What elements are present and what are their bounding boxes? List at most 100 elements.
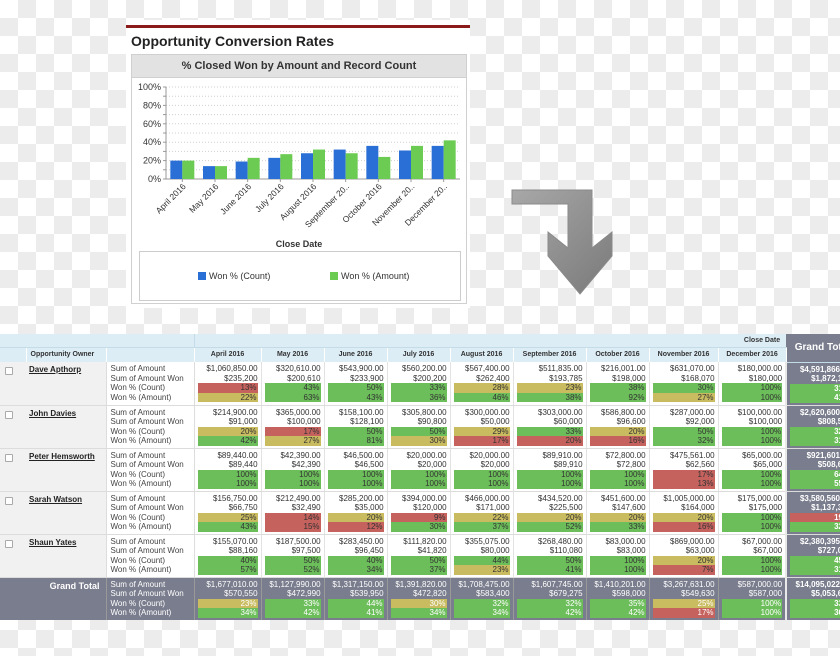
month-header[interactable]: August 2016 <box>450 347 514 362</box>
bar-count <box>431 145 444 179</box>
sum-of-amount: $283,450.00 <box>339 536 384 546</box>
sum-of-amount: $4,591,866.00 <box>799 364 840 374</box>
row-checkbox[interactable] <box>5 410 13 419</box>
value-cell: $156,750.00 $66,750 25% 43% <box>194 491 262 535</box>
sum-of-amount: $1,410,201.00 <box>594 579 646 589</box>
won-pct-count: 50% <box>390 555 447 565</box>
sum-of-amount-won: $72,800 <box>616 460 646 469</box>
won-pct-amount: 37% <box>453 522 510 532</box>
month-header[interactable]: July 2016 <box>387 347 451 362</box>
month-header[interactable]: December 2016 <box>718 347 787 362</box>
sum-of-amount-won: $147,600 <box>612 503 646 512</box>
sum-of-amount: $216,001.00 <box>601 364 646 373</box>
won-pct-amount: 20% <box>516 436 583 446</box>
value-cell: $20,000.00 $20,000 100% 100% <box>387 448 451 492</box>
row-checkbox[interactable] <box>5 539 13 548</box>
won-pct-amount: 30% <box>390 522 447 532</box>
metric-label: Won % (Amount) <box>110 522 172 531</box>
close-date-header[interactable]: Close Date <box>193 334 787 348</box>
won-pct-amount: 31% <box>790 436 840 446</box>
won-pct-count: 30% <box>390 598 447 608</box>
owner-name-link[interactable]: Sarah Watson <box>29 495 82 504</box>
row-checkbox[interactable] <box>5 453 13 462</box>
won-pct-amount: 36% <box>790 608 840 618</box>
won-pct-amount: 43% <box>327 392 384 402</box>
sum-of-amount-won: $198,000 <box>612 373 646 383</box>
y-tick-label: 80% <box>143 100 161 110</box>
metric-label: Sum of Amount <box>110 493 166 503</box>
sum-of-amount: $20,000.00 <box>469 450 510 460</box>
value-cell: $543,900.00 $233,900 50% 43% <box>324 362 388 406</box>
won-pct-count: 50% <box>652 426 715 436</box>
owner-name-link[interactable]: Peter Hemsworth <box>29 452 95 461</box>
won-pct-amount: 12% <box>327 522 384 532</box>
won-pct-amount: 100% <box>589 479 646 489</box>
value-cell: $355,075.00 $80,000 44% 23% <box>450 534 514 578</box>
won-pct-amount: 42% <box>197 436 258 446</box>
month-header[interactable]: November 2016 <box>649 347 719 362</box>
month-header[interactable]: May 2016 <box>261 347 325 362</box>
won-pct-count: 23% <box>197 598 258 608</box>
sum-of-amount: $394,000.00 <box>402 493 447 503</box>
value-cell: $394,000.00 $120,000 9% 30% <box>387 491 451 535</box>
won-pct-count: 20% <box>327 512 384 522</box>
sum-of-amount-won: $63,000 <box>685 546 715 555</box>
value-cell: $2,380,395.00$727,01045%31% <box>785 534 840 578</box>
bar-amount <box>411 145 423 179</box>
won-pct-count: 45% <box>790 555 840 565</box>
sum-of-amount: $1,391,820.00 <box>395 579 447 589</box>
metric-labels: Sum of Amount Sum of Amount Won Won % (Cou… <box>105 405 195 449</box>
month-header[interactable]: June 2016 <box>324 347 388 362</box>
sum-of-amount-won: $175,000 <box>748 503 783 512</box>
month-header[interactable]: September 2016 <box>513 347 587 362</box>
sum-of-amount-won: $583,400 <box>476 589 510 598</box>
owner-name-link[interactable]: John Davies <box>29 409 76 418</box>
grand-total-label: Grand Total <box>0 577 106 620</box>
value-cell: $287,000.00 $92,000 50% 32% <box>649 405 719 449</box>
metric-label: Sum of Amount Won <box>110 417 184 426</box>
month-header[interactable]: April 2016 <box>194 347 262 362</box>
won-pct-amount: 17% <box>652 608 715 618</box>
won-pct-count: 40% <box>327 555 384 565</box>
value-cell: $305,800.00 $90,800 50% 30% <box>387 405 451 449</box>
x-tick-label: July 2016 <box>253 181 286 214</box>
owner-name-link[interactable]: Shaun Yates <box>29 538 76 547</box>
won-pct-amount: 30% <box>390 436 447 446</box>
sum-of-amount: $466,000.00 <box>465 493 510 503</box>
row-checkbox[interactable] <box>5 496 13 505</box>
value-cell: $175,000.00 $175,000 100% 100% <box>718 491 787 535</box>
sum-of-amount-won: $20,000 <box>417 460 447 469</box>
sum-of-amount-won: $89,910 <box>553 460 583 469</box>
value-cell: $1,127,990.00 $472,990 33% 42% <box>261 577 325 620</box>
legend-item-count[interactable]: Won % (Count) <box>198 271 270 281</box>
bar-amount <box>280 154 293 179</box>
sum-of-amount: $67,000.00 <box>742 536 783 546</box>
legend-item-amount[interactable]: Won % (Amount) <box>330 271 409 281</box>
won-pct-amount: 100% <box>264 479 321 489</box>
bar-count <box>203 166 215 179</box>
owner-name-link[interactable]: Dave Apthorp <box>29 365 81 374</box>
won-pct-count: 100% <box>390 469 447 479</box>
sum-of-amount: $586,800.00 <box>601 407 646 417</box>
sum-of-amount: $921,601.00 <box>806 450 840 460</box>
x-tick-label: June 2016 <box>218 181 253 216</box>
opportunity-owner-header[interactable]: Opportunity Owner <box>26 347 107 362</box>
month-header[interactable]: October 2016 <box>586 347 650 362</box>
bar-count <box>333 149 346 179</box>
table-row: Sarah Watson Sum of Amount Sum of Amount W… <box>0 491 840 535</box>
sum-of-amount: $46,500.00 <box>343 450 384 460</box>
won-pct-count: 17% <box>264 426 321 436</box>
row-checkbox[interactable] <box>5 367 13 375</box>
won-pct-count: 100% <box>721 598 783 608</box>
won-pct-amount: 100% <box>197 479 258 489</box>
sum-of-amount-won: $472,990 <box>287 589 321 598</box>
card-top-rule <box>126 25 470 28</box>
won-pct-count: 50% <box>264 555 321 565</box>
bar-chart: 0% 20% 40% 60% 80% 100% April 2016 May 2016June… <box>138 82 460 249</box>
grand-total-header[interactable]: Grand Total <box>786 334 840 363</box>
sum-of-amount-won: $200,200 <box>413 373 447 383</box>
x-axis-title: Close Date <box>276 239 323 249</box>
won-pct-amount: 100% <box>721 608 783 618</box>
value-cell: $216,001.00 $198,000 38% 92% <box>586 362 650 406</box>
won-pct-amount: 16% <box>652 522 715 532</box>
